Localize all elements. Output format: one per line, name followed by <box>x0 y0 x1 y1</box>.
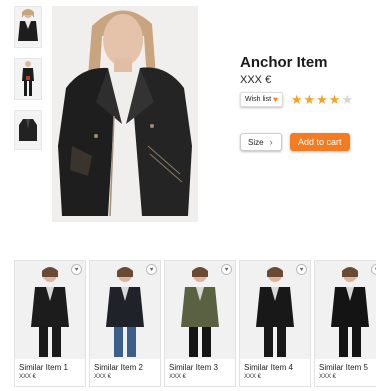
thumbnail-list <box>14 6 44 160</box>
similar-item-name: Similar Item 1 <box>19 363 68 372</box>
similar-item-image <box>315 261 376 359</box>
heart-icon[interactable]: ♥ <box>221 264 232 275</box>
jacket-front-thumb-image <box>15 7 41 47</box>
star-icon: ★ <box>303 91 316 107</box>
size-selector-button[interactable]: Size › <box>240 133 282 151</box>
similar-item-name: Similar Item 2 <box>94 363 143 372</box>
heart-icon[interactable]: ♥ <box>146 264 157 275</box>
thumbnail-3[interactable] <box>14 110 42 150</box>
heart-icon[interactable]: ♥ <box>296 264 307 275</box>
similar-item-card[interactable]: ♥ Similar Item 5 XXX € <box>314 260 376 387</box>
star-icon: ★ <box>328 91 341 107</box>
similar-item-image <box>90 261 160 359</box>
heart-icon[interactable]: ♥ <box>71 264 82 275</box>
similar-item-name: Similar Item 4 <box>244 363 293 372</box>
similar-item-card[interactable]: ♥ Similar Item 1 XXX € <box>14 260 86 387</box>
star-icon: ★ <box>290 91 303 107</box>
product-info: Anchor Item XXX € Wish list ♥ ★ ★ ★ ★ ★ Size… <box>240 54 370 151</box>
wishlist-rating-row: Wish list ♥ ★ ★ ★ ★ ★ <box>240 92 370 107</box>
wishlist-button[interactable]: Wish list ♥ <box>240 92 283 107</box>
main-product-image[interactable] <box>52 6 198 222</box>
wishlist-label: Wish list <box>245 96 272 103</box>
similar-item-image <box>15 261 85 359</box>
leather-jacket-model-image <box>52 6 198 222</box>
similar-item-price: XXX € <box>94 374 112 380</box>
similar-item-card[interactable]: ♥ Similar Item 4 XXX € <box>239 260 311 387</box>
star-icon: ★ <box>316 91 328 107</box>
star-rating[interactable]: ★ ★ ★ ★ ★ <box>290 91 354 107</box>
heart-icon[interactable]: ♥ <box>371 264 376 275</box>
similar-items-carousel: ♥ Similar Item 1 XXX € ♥ Similar Item 2 XXX €… <box>12 260 376 391</box>
thumbnail-2[interactable] <box>14 58 42 100</box>
jacket-flat-thumb-image <box>15 111 41 149</box>
thumbnail-1[interactable] <box>14 6 42 48</box>
chevron-right-icon: › <box>269 137 273 147</box>
heart-icon: ♥ <box>273 95 278 104</box>
add-to-cart-button[interactable]: Add to cart <box>290 133 350 151</box>
similar-item-price: XXX € <box>244 374 262 380</box>
star-icon: ★ <box>341 91 354 107</box>
similar-item-price: XXX € <box>319 374 337 380</box>
similar-item-name: Similar Item 5 <box>319 363 368 372</box>
similar-item-card[interactable]: ♥ Similar Item 2 XXX € <box>89 260 161 387</box>
similar-item-price: XXX € <box>169 374 187 380</box>
product-price: XXX € <box>240 74 272 86</box>
similar-item-image <box>165 261 235 359</box>
size-label: Size <box>248 137 264 147</box>
size-cart-row: Size › Add to cart <box>240 133 370 151</box>
similar-item-card[interactable]: ♥ Similar Item 3 XXX € <box>164 260 236 387</box>
similar-item-price: XXX € <box>19 374 37 380</box>
similar-item-name: Similar Item 3 <box>169 363 218 372</box>
product-title: Anchor Item <box>240 54 328 71</box>
similar-item-image <box>240 261 310 359</box>
jacket-full-thumb-image <box>15 59 41 99</box>
